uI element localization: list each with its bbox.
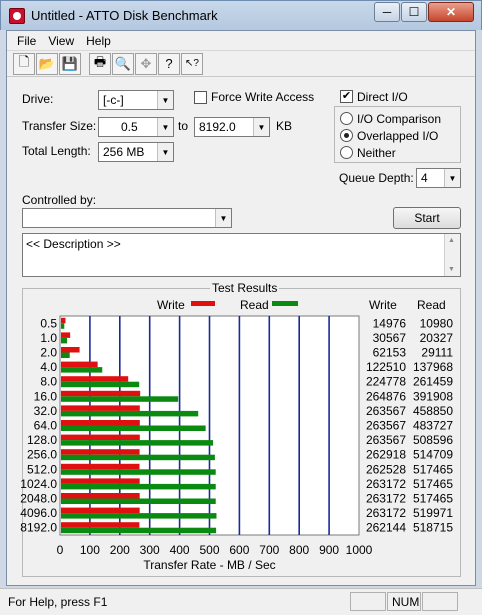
transfer-from-value: 0.5 — [121, 120, 138, 134]
transfer-size-label: Transfer Size: — [22, 119, 97, 133]
print-button[interactable]: 🖶 — [89, 52, 111, 75]
title-bar: Untitled - ATTO Disk Benchmark ─ ☐ ✕ — [0, 0, 482, 30]
menu-file[interactable]: File — [11, 34, 42, 48]
open-folder-icon: 📂 — [38, 55, 56, 71]
new-button[interactable]: 🗋 — [13, 52, 35, 75]
neither-radio[interactable] — [340, 146, 353, 159]
checkmark-icon: ✔ — [341, 90, 352, 102]
total-length-value: 256 MB — [103, 145, 145, 159]
open-button[interactable]: 📂 — [36, 52, 58, 75]
kb-label: KB — [276, 119, 293, 133]
to-label: to — [178, 119, 189, 133]
print-preview-icon: 🔍 — [114, 55, 132, 71]
menu-help[interactable]: Help — [80, 34, 117, 48]
status-bar: For Help, press F1 NUM — [0, 588, 482, 615]
queue-depth-select[interactable]: 4 ▼ — [416, 168, 461, 188]
total-length-label: Total Length: — [22, 144, 91, 158]
chevron-down-icon[interactable]: ▼ — [253, 118, 269, 136]
menu-bar: File View Help — [7, 31, 475, 51]
status-panel-caps — [350, 592, 386, 611]
chevron-down-icon[interactable]: ▼ — [157, 91, 173, 109]
close-icon: ✕ — [445, 5, 457, 19]
description-text: << Description >> — [26, 237, 121, 251]
chevron-down-icon[interactable]: ▼ — [215, 209, 231, 227]
chevron-down-icon[interactable]: ▼ — [157, 143, 173, 161]
context-help-icon: ↖? — [185, 58, 199, 69]
total-length-select[interactable]: 256 MB ▼ — [98, 142, 174, 162]
direct-io-checkbox[interactable]: ✔ — [340, 90, 353, 103]
description-scrollbar[interactable]: ▲ ▼ — [444, 234, 460, 276]
start-button[interactable]: Start — [393, 207, 461, 229]
transfer-to-value: 8192.0 — [199, 120, 236, 134]
print-icon: 🖶 — [93, 53, 107, 69]
status-help-text: For Help, press F1 — [8, 595, 108, 609]
test-results-group — [22, 288, 461, 577]
about-button[interactable]: ? — [158, 52, 180, 75]
status-num: NUM — [387, 592, 421, 611]
drive-value: [-c-] — [103, 93, 124, 107]
test-results-title: Test Results — [210, 281, 280, 295]
chevron-down-icon[interactable]: ▼ — [444, 169, 460, 187]
maximize-button[interactable]: ☐ — [401, 2, 427, 22]
queue-depth-label: Queue Depth: — [339, 171, 414, 185]
close-button[interactable]: ✕ — [428, 2, 474, 22]
overlapped-io-label: Overlapped I/O — [357, 129, 439, 143]
io-comparison-label: I/O Comparison — [357, 112, 442, 126]
force-write-checkbox[interactable] — [194, 91, 207, 104]
save-icon: 💾 — [61, 55, 79, 71]
move-icon: ✥ — [140, 55, 152, 71]
save-button[interactable]: 💾 — [59, 52, 81, 75]
direct-io-label: Direct I/O — [357, 90, 408, 104]
move-button[interactable]: ✥ — [135, 52, 157, 75]
force-write-label: Force Write Access — [211, 90, 315, 104]
description-box[interactable]: << Description >> ▲ ▼ — [22, 233, 461, 277]
drive-label: Drive: — [22, 92, 54, 106]
print-preview-button[interactable]: 🔍 — [112, 52, 134, 75]
controlled-by-select[interactable]: ▼ — [22, 208, 232, 228]
scroll-down-icon[interactable]: ▼ — [448, 266, 455, 273]
minimize-button[interactable]: ─ — [374, 2, 400, 22]
status-panel-scroll — [422, 592, 458, 611]
transfer-size-to-select[interactable]: 8192.0 ▼ — [194, 117, 270, 137]
help-icon: ? — [165, 56, 173, 71]
chevron-down-icon[interactable]: ▼ — [157, 118, 173, 136]
new-file-icon: 🗋 — [18, 53, 30, 69]
overlapped-io-radio[interactable] — [340, 129, 353, 142]
maximize-icon: ☐ — [408, 5, 420, 19]
queue-depth-value: 4 — [421, 171, 428, 185]
scroll-up-icon[interactable]: ▲ — [448, 237, 455, 244]
drive-select[interactable]: [-c-] ▼ — [98, 90, 174, 110]
transfer-size-from-select[interactable]: 0.5 ▼ — [98, 117, 174, 137]
window-title: Untitled - ATTO Disk Benchmark — [31, 8, 218, 23]
neither-label: Neither — [357, 146, 396, 160]
menu-view[interactable]: View — [42, 34, 80, 48]
context-help-button[interactable]: ↖? — [181, 52, 203, 75]
minimize-icon: ─ — [382, 5, 392, 19]
toolbar: 🗋 📂 💾 🖶 🔍 ✥ ? ↖? — [7, 51, 475, 77]
io-comparison-radio[interactable] — [340, 112, 353, 125]
start-label: Start — [414, 211, 440, 225]
controlled-by-label: Controlled by: — [22, 193, 97, 207]
atto-app-icon — [9, 8, 25, 24]
